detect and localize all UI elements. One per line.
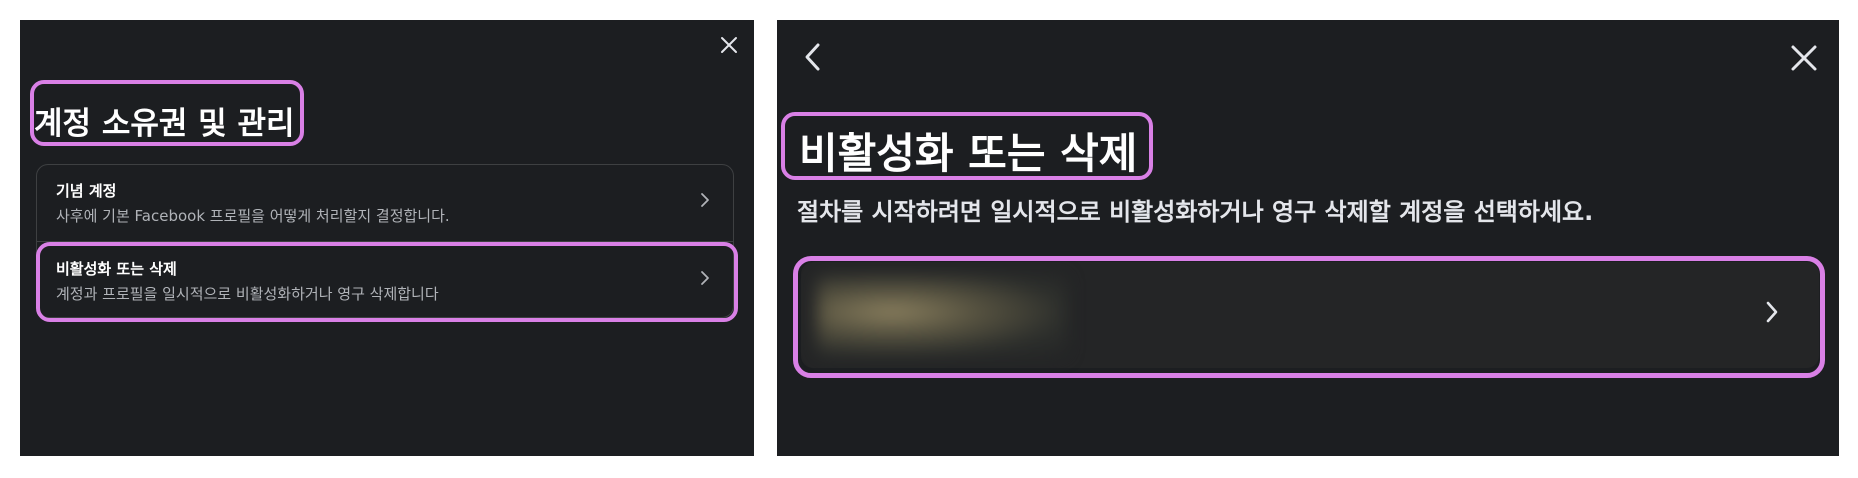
page-description: 절차를 시작하려면 일시적으로 비활성화하거나 영구 삭제할 계정을 선택하세요… [797, 198, 1594, 226]
deactivate-or-delete-panel: 비활성화 또는 삭제 절차를 시작하려면 일시적으로 비활성화하거나 영구 삭제… [777, 20, 1839, 456]
title-highlight [30, 80, 304, 146]
title-highlight [781, 112, 1153, 180]
memorial-account-row[interactable]: 기념 계정 사후에 기본 Facebook 프로필을 어떻게 처리할지 결정합니… [36, 164, 734, 241]
close-icon[interactable] [1790, 44, 1818, 72]
close-icon[interactable] [720, 36, 738, 54]
row-title: 기념 계정 [56, 182, 117, 200]
row-description: 사후에 기본 Facebook 프로필을 어떻게 처리할지 결정합니다. [56, 207, 450, 225]
account-ownership-panel: 계정 소유권 및 관리 기념 계정 사후에 기본 Facebook 프로필을 어… [20, 20, 754, 456]
chevron-right-icon [700, 192, 710, 212]
row-highlight [36, 242, 738, 322]
chevron-left-icon[interactable] [803, 42, 821, 72]
account-row-highlight [793, 256, 1825, 378]
